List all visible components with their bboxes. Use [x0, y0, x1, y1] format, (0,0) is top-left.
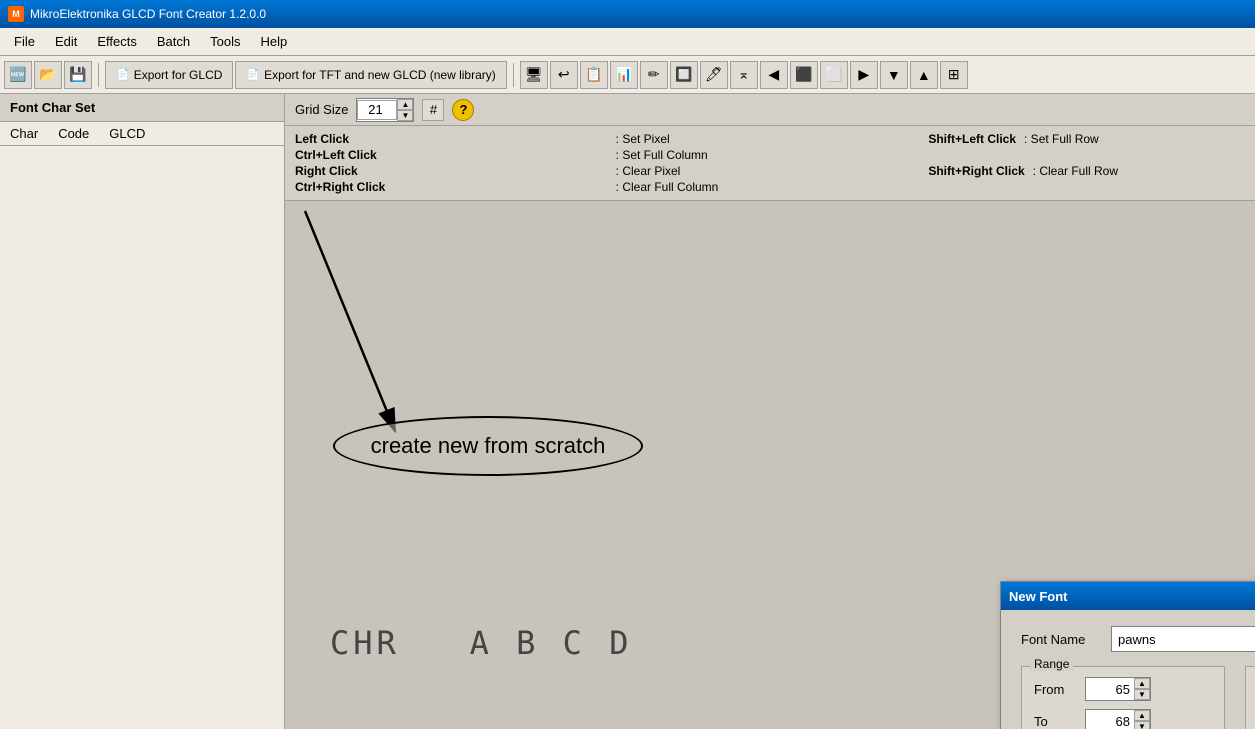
annotation-oval: create new from scratch [333, 416, 643, 476]
save-button[interactable]: 💾 [64, 61, 92, 89]
new-font-dialog: New Font ✕ Font Name Range From [1000, 581, 1255, 729]
to-row: To ▲ ▼ [1034, 709, 1212, 729]
tb-icon-9[interactable]: ◀ [760, 61, 788, 89]
range-section: Range From ▲ ▼ [1021, 666, 1225, 729]
open-button[interactable]: 📂 [34, 61, 62, 89]
help-button[interactable]: ? [452, 99, 474, 121]
to-up[interactable]: ▲ [1134, 710, 1150, 721]
tb-icon-3[interactable]: 📋 [580, 61, 608, 89]
tb-icon-10[interactable]: ⬛ [790, 61, 818, 89]
shift-right-key: Shift+Right Click [928, 164, 1024, 178]
tb-icon-7[interactable]: 🖊 [700, 61, 728, 89]
shortcut-bar: Left Click : Set Pixel Shift+Left Click … [285, 126, 1255, 201]
panel-title: Font Char Set [0, 94, 284, 122]
from-down[interactable]: ▼ [1134, 689, 1150, 700]
menu-file[interactable]: File [4, 30, 45, 53]
range-section-title: Range [1030, 657, 1073, 671]
to-down[interactable]: ▼ [1134, 721, 1150, 729]
dialog-title: New Font [1009, 589, 1068, 604]
menu-help[interactable]: Help [250, 30, 297, 53]
ctrl-left-key: Ctrl+Left Click [295, 148, 612, 162]
sep-1 [98, 63, 99, 87]
rc-key: Right Click [295, 164, 612, 178]
tb-icon-2[interactable]: ↩ [550, 61, 578, 89]
menu-tools[interactable]: Tools [200, 30, 250, 53]
gridsize-up[interactable]: ▲ [397, 99, 413, 110]
app-title: MikroElektronika GLCD Font Creator 1.2.0… [30, 7, 266, 21]
menu-edit[interactable]: Edit [45, 30, 87, 53]
export-tft-button[interactable]: 📄 Export for TFT and new GLCD (new libra… [235, 61, 506, 89]
font-name-input[interactable] [1111, 626, 1255, 652]
canvas-area: Grid Size ▲ ▼ # ? Left Click : Set Pixel… [285, 94, 1255, 729]
gridsize-label: Grid Size [295, 102, 348, 117]
menu-batch[interactable]: Batch [147, 30, 200, 53]
gridsize-spinner[interactable]: ▲ ▼ [356, 98, 414, 122]
sep-2 [513, 63, 514, 87]
titlebar: M MikroElektronika GLCD Font Creator 1.2… [0, 0, 1255, 28]
fontsize-section: Font Size Width ▲ ▼ [1245, 666, 1255, 729]
from-row: From ▲ ▼ [1034, 677, 1212, 701]
sketch-chars: CHR A B C D [330, 621, 632, 663]
from-label: From [1034, 682, 1079, 697]
shift-left-key: Shift+Left Click [928, 132, 1016, 146]
left-panel: Font Char Set Char Code GLCD [0, 94, 285, 729]
col-code: Code [58, 126, 89, 141]
tb-icon-5[interactable]: ✏ [640, 61, 668, 89]
to-input[interactable] [1086, 710, 1134, 729]
shift-right-val: : Clear Full Row [1029, 164, 1118, 178]
dialog-body: Font Name Range From [1001, 610, 1255, 729]
hash-button[interactable]: # [422, 99, 444, 121]
gridsize-down[interactable]: ▼ [397, 110, 413, 121]
ctrl-left-val: : Set Full Column [612, 148, 929, 162]
tb-icon-4[interactable]: 📊 [610, 61, 638, 89]
tb-icon-13[interactable]: ▼ [880, 61, 908, 89]
toolbar: 🆕 📂 💾 📄 Export for GLCD 📄 Export for TFT… [0, 56, 1255, 94]
export-tft-label: Export for TFT and new GLCD (new library… [264, 68, 496, 82]
tb-icon-6[interactable]: 🔲 [670, 61, 698, 89]
ctrl-right-val: : Clear Full Column [612, 180, 929, 194]
from-input[interactable] [1086, 678, 1134, 700]
from-up[interactable]: ▲ [1134, 678, 1150, 689]
gridsize-input[interactable] [357, 100, 397, 120]
dialog-titlebar: New Font ✕ [1001, 582, 1255, 610]
canvas-content: create new from scratch CHR A B C D New … [285, 201, 1255, 729]
lc-key: Left Click [295, 132, 612, 146]
col-glcd: GLCD [109, 126, 145, 141]
col-char: Char [10, 126, 38, 141]
menubar: File Edit Effects Batch Tools Help [0, 28, 1255, 56]
tb-icon-11[interactable]: ⬜ [820, 61, 848, 89]
font-name-label: Font Name [1021, 632, 1101, 647]
new-button[interactable]: 🆕 [4, 61, 32, 89]
lc-val: : Set Pixel [612, 132, 929, 146]
panel-columns: Char Code GLCD [0, 122, 284, 146]
shift-left-val: : Set Full Row [1020, 132, 1099, 146]
menu-effects[interactable]: Effects [87, 30, 147, 53]
tb-icon-8[interactable]: ⌅ [730, 61, 758, 89]
tb-icon-15[interactable]: ⊞ [940, 61, 968, 89]
export-glcd-button[interactable]: 📄 Export for GLCD [105, 61, 233, 89]
annotation-text: create new from scratch [371, 433, 606, 459]
export-glcd-label: Export for GLCD [134, 68, 223, 82]
tb-icon-14[interactable]: ▲ [910, 61, 938, 89]
gridsize-bar: Grid Size ▲ ▼ # ? [285, 94, 1255, 126]
rc-val: : Clear Pixel [612, 164, 929, 178]
font-name-row: Font Name [1021, 626, 1255, 652]
app-icon: M [8, 6, 24, 22]
char-list[interactable] [0, 146, 284, 729]
ctrl-right-key: Ctrl+Right Click [295, 180, 612, 194]
tb-icon-12[interactable]: ▶ [850, 61, 878, 89]
dialog-sections: Range From ▲ ▼ [1021, 666, 1255, 729]
from-spinner[interactable]: ▲ ▼ [1085, 677, 1151, 701]
main-area: Font Char Set Char Code GLCD Grid Size ▲… [0, 94, 1255, 729]
to-label: To [1034, 714, 1079, 729]
tb-icon-1[interactable]: 🖥 [520, 61, 548, 89]
to-spinner[interactable]: ▲ ▼ [1085, 709, 1151, 729]
